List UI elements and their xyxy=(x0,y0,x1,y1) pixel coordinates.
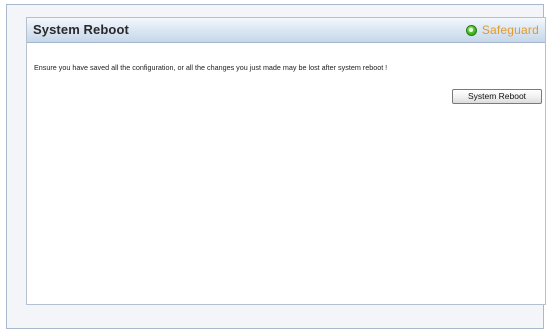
page-title: System Reboot xyxy=(33,22,129,37)
content-frame: System Reboot Safeguard Ensure you have … xyxy=(6,4,546,329)
status-dot-icon xyxy=(465,24,477,36)
reboot-warning-message: Ensure you have saved all the configurat… xyxy=(34,63,388,72)
safeguard-label: Safeguard xyxy=(481,23,539,37)
panel-header: System Reboot Safeguard xyxy=(27,18,545,43)
system-reboot-panel: System Reboot Safeguard Ensure you have … xyxy=(26,17,546,305)
system-reboot-button[interactable]: System Reboot xyxy=(452,89,542,104)
safeguard-indicator[interactable]: Safeguard xyxy=(465,23,539,37)
